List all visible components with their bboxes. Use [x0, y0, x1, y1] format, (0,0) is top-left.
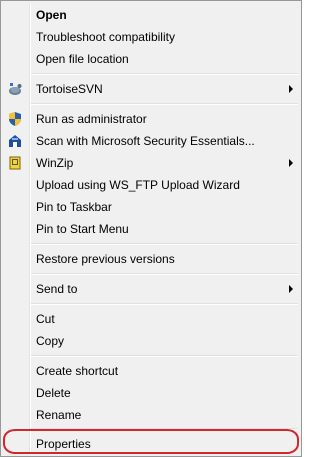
menu-separator: [31, 273, 298, 275]
menu-item-restore-previous-versions[interactable]: Restore previous versions: [3, 248, 299, 270]
menu-item-troubleshoot-compatibility[interactable]: Troubleshoot compatibility: [3, 26, 299, 48]
menu-item-send-to[interactable]: Send to: [3, 278, 299, 300]
menu-item-label: Open file location: [36, 52, 129, 66]
menu-item-label: Properties: [36, 437, 91, 451]
menu-item-tortoisesvn[interactable]: TortoiseSVN: [3, 78, 299, 100]
menu-separator: [31, 243, 298, 245]
submenu-arrow-icon: [289, 159, 293, 167]
menu-item-copy[interactable]: Copy: [3, 330, 299, 352]
menu-item-run-as-administrator[interactable]: Run as administrator: [3, 108, 299, 130]
winzip-icon: [7, 155, 23, 171]
menu-item-properties[interactable]: Properties: [3, 433, 299, 455]
menu-item-label: Open: [36, 8, 67, 22]
security-essentials-icon: [7, 133, 23, 149]
menu-item-label: Scan with Microsoft Security Essentials.…: [36, 134, 255, 148]
menu-item-scan-security-essentials[interactable]: Scan with Microsoft Security Essentials.…: [3, 130, 299, 152]
menu-item-label: Run as administrator: [36, 112, 147, 126]
menu-separator: [31, 73, 298, 75]
menu-item-label: WinZip: [36, 156, 74, 170]
menu-item-label: Create shortcut: [36, 364, 119, 378]
context-menu: Open Troubleshoot compatibility Open fil…: [0, 0, 302, 457]
menu-item-label: TortoiseSVN: [36, 82, 103, 96]
menu-separator: [31, 303, 298, 305]
menu-item-rename[interactable]: Rename: [3, 404, 299, 426]
menu-item-pin-to-start-menu[interactable]: Pin to Start Menu: [3, 218, 299, 240]
menu-item-label: Pin to Taskbar: [36, 200, 112, 214]
tortoisesvn-icon: [7, 81, 23, 97]
submenu-arrow-icon: [289, 85, 293, 93]
menu-item-upload-ws-ftp[interactable]: Upload using WS_FTP Upload Wizard: [3, 174, 299, 196]
menu-item-open[interactable]: Open: [3, 4, 299, 26]
menu-item-label: Rename: [36, 408, 82, 422]
menu-item-label: Restore previous versions: [36, 252, 175, 266]
submenu-arrow-icon: [289, 285, 293, 293]
menu-item-label: Troubleshoot compatibility: [36, 30, 175, 44]
menu-item-cut[interactable]: Cut: [3, 308, 299, 330]
menu-separator: [31, 355, 298, 357]
menu-item-label: Send to: [36, 282, 78, 296]
uac-shield-icon: [7, 111, 23, 127]
menu-item-create-shortcut[interactable]: Create shortcut: [3, 360, 299, 382]
menu-item-open-file-location[interactable]: Open file location: [3, 48, 299, 70]
menu-item-winzip[interactable]: WinZip: [3, 152, 299, 174]
menu-separator: [31, 103, 298, 105]
menu-item-label: Pin to Start Menu: [36, 222, 129, 236]
menu-item-label: Copy: [36, 334, 65, 348]
menu-item-label: Cut: [36, 312, 55, 326]
menu-separator: [31, 428, 298, 430]
menu-item-label: Upload using WS_FTP Upload Wizard: [36, 178, 240, 192]
menu-item-pin-to-taskbar[interactable]: Pin to Taskbar: [3, 196, 299, 218]
menu-item-label: Delete: [36, 386, 71, 400]
menu-item-delete[interactable]: Delete: [3, 382, 299, 404]
